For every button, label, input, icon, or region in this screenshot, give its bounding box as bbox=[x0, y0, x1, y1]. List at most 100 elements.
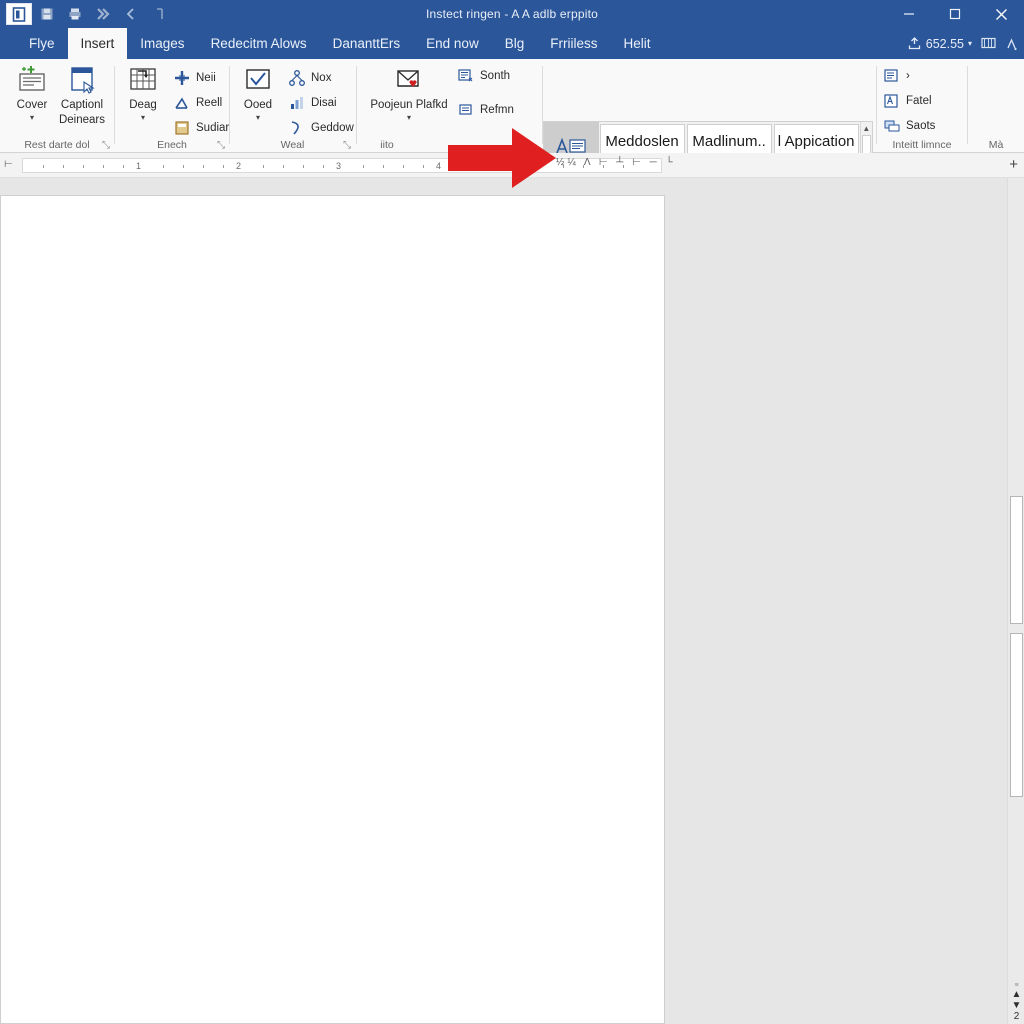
cross-reference-icon bbox=[457, 101, 475, 119]
title-bar: Instect ringen - A A adlb erppito bbox=[0, 0, 1024, 28]
horizontal-ruler[interactable]: ⊢ Λ 1 2 3 4 5 ½¼ Λ ⊢ ┴ ⊢ ─ └ + bbox=[0, 153, 1024, 178]
poojeun-button-label: Poojeun Plafkd bbox=[370, 99, 448, 111]
bookmark-icon bbox=[457, 67, 475, 85]
ribbon-group-tables: Deag ▾ Neii Reell Sudiar Enech ⤡ bbox=[115, 59, 229, 153]
previous-page-icon[interactable]: ▲ bbox=[1012, 989, 1022, 1000]
redo-icon[interactable] bbox=[146, 3, 172, 25]
next-page-icon[interactable]: ▼ bbox=[1012, 1000, 1022, 1011]
sudiar-label: Sudiar bbox=[196, 122, 230, 134]
tab-end-now[interactable]: End now bbox=[413, 28, 492, 59]
gallery-card-2-title: Madlinum.. bbox=[692, 133, 766, 150]
share-button[interactable]: 652.55 ▾ bbox=[907, 36, 972, 51]
comments-icon[interactable] bbox=[981, 37, 996, 51]
ooed-button[interactable]: Ooed ▾ bbox=[232, 63, 284, 137]
textbox-icon bbox=[883, 67, 901, 85]
group-label-text: Inteitt limnce bbox=[892, 139, 952, 151]
textbox-label: › bbox=[906, 70, 910, 82]
deag-button-label: Deag bbox=[129, 99, 157, 111]
ruler-number-4: 4 bbox=[436, 161, 442, 171]
tab-stop-selector-icon[interactable]: ⊢ bbox=[4, 159, 13, 170]
blank-page-icon bbox=[65, 63, 99, 97]
caption-button-label2: Deinears bbox=[58, 113, 106, 126]
caption-button[interactable]: Captionl Deinears bbox=[52, 63, 112, 137]
tab-helit[interactable]: Helit bbox=[610, 28, 663, 59]
document-page[interactable] bbox=[0, 195, 665, 1024]
window-controls bbox=[886, 0, 1024, 28]
document-area: ≡ ▲ ▼ 2 bbox=[0, 178, 1024, 1024]
tab-frriiless[interactable]: Frriiless bbox=[537, 28, 610, 59]
page-navigation-cluster[interactable]: ≡ ▲ ▼ 2 bbox=[1008, 982, 1024, 1022]
nox-item[interactable]: Nox bbox=[288, 67, 331, 89]
ribbon-group-text: › Fatel Saots Inteitt limnce bbox=[877, 59, 967, 153]
save-icon[interactable] bbox=[34, 3, 60, 25]
envelope-heart-icon bbox=[392, 63, 426, 97]
sonth-label: Sonth bbox=[480, 70, 511, 82]
ribbon-tab-strip: Flye Insert Images Redecitm Alows Danant… bbox=[0, 28, 1024, 59]
fatel-label: Fatel bbox=[906, 95, 932, 107]
ooed-caret-icon[interactable]: ▾ bbox=[256, 113, 260, 122]
sonth-item[interactable]: Sonth bbox=[457, 65, 510, 87]
fatel-item[interactable]: Fatel bbox=[883, 90, 932, 112]
tab-blg[interactable]: Blg bbox=[492, 28, 538, 59]
ribbon-group-symbols: Mà bbox=[968, 59, 1024, 153]
geddow-item[interactable]: Geddow bbox=[288, 117, 354, 139]
reell-label: Reell bbox=[196, 97, 223, 109]
double-chevron-right-icon[interactable] bbox=[90, 3, 116, 25]
saots-item[interactable]: Saots bbox=[883, 115, 935, 137]
chart-icon bbox=[288, 94, 306, 112]
dialog-launcher-icon-tables[interactable]: ⤡ bbox=[217, 140, 225, 151]
cover-caret-icon[interactable]: ▾ bbox=[30, 113, 34, 122]
tab-flye[interactable]: Flye bbox=[16, 28, 68, 59]
disai-item[interactable]: Disai bbox=[288, 92, 337, 114]
table-grid-icon bbox=[126, 63, 160, 97]
quick-parts-icon bbox=[883, 92, 901, 110]
poojeun-button[interactable]: Poojeun Plafkd ▾ bbox=[361, 63, 457, 137]
smartart-icon bbox=[288, 69, 306, 87]
minimize-icon[interactable] bbox=[886, 0, 932, 28]
vertical-scrollbar[interactable]: ≡ ▲ ▼ 2 bbox=[1007, 178, 1024, 1024]
collapse-ribbon-icon[interactable] bbox=[1005, 37, 1018, 51]
saots-label: Saots bbox=[906, 120, 936, 132]
ruler-number-3: 3 bbox=[336, 161, 342, 171]
share-caret-icon[interactable]: ▾ bbox=[968, 39, 972, 48]
neii-item[interactable]: Neii bbox=[173, 67, 216, 89]
deag-button[interactable]: Deag ▾ bbox=[117, 63, 169, 137]
tab-dananttErs[interactable]: DananttErs bbox=[320, 28, 414, 59]
print-icon[interactable] bbox=[62, 3, 88, 25]
wordart-icon bbox=[883, 117, 901, 135]
disai-label: Disai bbox=[311, 97, 337, 109]
gallery-scroll-up-icon[interactable]: ▲ bbox=[862, 124, 870, 133]
undo-icon[interactable] bbox=[118, 3, 144, 25]
tab-redecitm[interactable]: Redecitm Alows bbox=[198, 28, 320, 59]
quick-access-toolbar bbox=[0, 0, 172, 28]
maximize-icon[interactable] bbox=[932, 0, 978, 28]
tab-images[interactable]: Images bbox=[127, 28, 197, 59]
cover-button-label: Cover bbox=[16, 99, 48, 111]
dialog-launcher-icon-pages[interactable]: ⤡ bbox=[102, 140, 110, 151]
gallery-card-1-title: Meddoslen bbox=[605, 133, 679, 150]
scroll-grip-icon: ≡ bbox=[1014, 982, 1019, 989]
textbox-item[interactable]: › bbox=[883, 65, 910, 87]
reell-item[interactable]: Reell bbox=[173, 92, 222, 114]
refmn-item[interactable]: Refmn bbox=[457, 99, 514, 121]
ribbon-group-pages: Cover ▾ Captionl Deinears Rest darte dol… bbox=[0, 59, 114, 153]
app-logo-icon[interactable] bbox=[6, 3, 32, 25]
tab-insert[interactable]: Insert bbox=[67, 28, 128, 59]
vertical-scroll-thumb-lower[interactable] bbox=[1010, 633, 1023, 797]
ooed-button-label: Ooed bbox=[243, 99, 273, 111]
nox-label: Nox bbox=[311, 72, 332, 84]
ruler-number-2: 2 bbox=[236, 161, 242, 171]
deag-caret-icon[interactable]: ▾ bbox=[141, 113, 145, 122]
page-number-label: 2 bbox=[1013, 1011, 1020, 1022]
shapes-icon bbox=[173, 94, 191, 112]
close-icon[interactable] bbox=[978, 0, 1024, 28]
ruler-plus-icon[interactable]: + bbox=[1009, 157, 1018, 172]
screenshot-icon bbox=[173, 119, 191, 137]
sudiar-item[interactable]: Sudiar bbox=[173, 117, 229, 139]
poojeun-caret-icon[interactable]: ▾ bbox=[407, 113, 411, 122]
ruler-number-5: 5 bbox=[536, 161, 542, 171]
picture-icon bbox=[173, 69, 191, 87]
geddow-label: Geddow bbox=[311, 122, 354, 134]
checkmark-box-icon bbox=[241, 63, 275, 97]
vertical-scroll-thumb-upper[interactable] bbox=[1010, 496, 1023, 624]
